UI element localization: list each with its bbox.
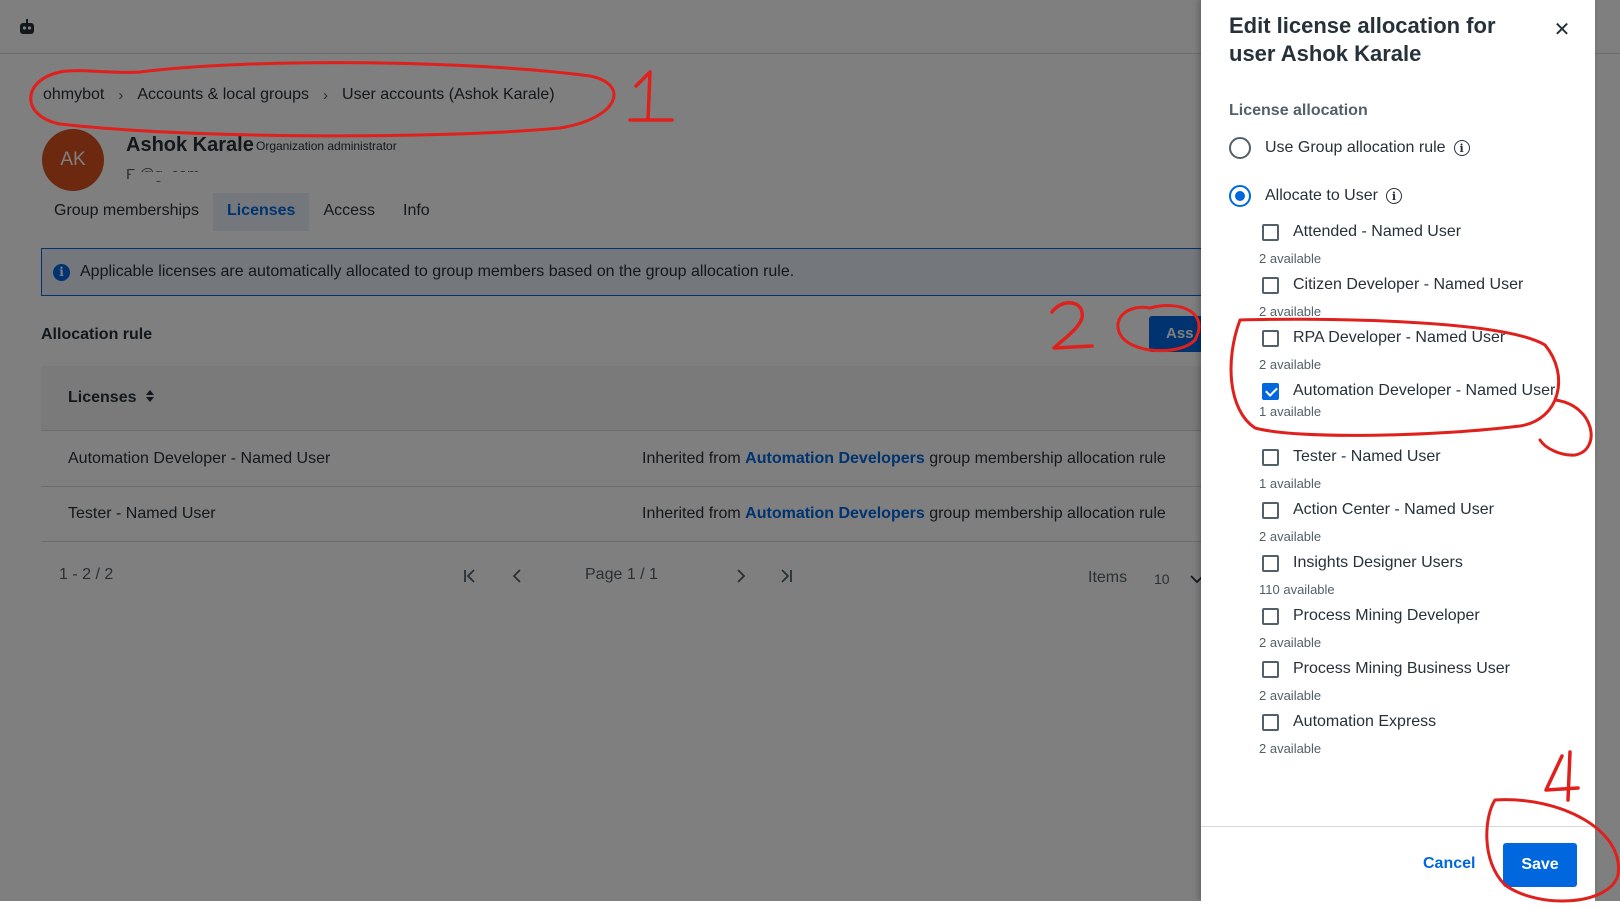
license-option[interactable]: Attended - Named User 2 available bbox=[1259, 221, 1559, 266]
license-availability: 2 available bbox=[1259, 529, 1322, 544]
license-option[interactable]: RPA Developer - Named User 2 available bbox=[1259, 327, 1559, 372]
license-checkbox[interactable] bbox=[1262, 555, 1279, 572]
license-checkbox-wrap bbox=[1259, 446, 1293, 466]
info-icon[interactable]: i bbox=[1385, 188, 1402, 204]
license-name: Insights Designer Users bbox=[1293, 554, 1463, 571]
license-checkbox[interactable] bbox=[1262, 449, 1279, 466]
license-checkbox[interactable] bbox=[1262, 714, 1279, 731]
license-name: RPA Developer - Named User bbox=[1293, 329, 1506, 346]
license-name: Action Center - Named User bbox=[1293, 501, 1494, 518]
license-checkbox[interactable] bbox=[1262, 330, 1279, 347]
license-option-row[interactable]: Process Mining Developer bbox=[1259, 605, 1559, 627]
license-checkbox-wrap bbox=[1249, 371, 1293, 411]
license-option-row[interactable]: Automation Developer - Named User bbox=[1249, 371, 1559, 411]
panel-title: Edit license allocation for user Ashok K… bbox=[1229, 13, 1496, 66]
radio-group-rule[interactable]: Use Group allocation rule i bbox=[1229, 137, 1470, 159]
license-checkbox[interactable] bbox=[1262, 224, 1279, 241]
license-checkbox-wrap bbox=[1259, 711, 1293, 731]
license-option-row[interactable]: Tester - Named User bbox=[1259, 446, 1559, 468]
license-checkbox-wrap bbox=[1259, 658, 1293, 678]
license-option-row[interactable]: Automation Express bbox=[1259, 711, 1559, 733]
radio-label: Allocate to User bbox=[1265, 187, 1378, 204]
license-checkbox[interactable] bbox=[1262, 383, 1279, 400]
license-checkbox-wrap bbox=[1259, 274, 1293, 294]
license-option-row[interactable]: Citizen Developer - Named User bbox=[1259, 274, 1559, 296]
cancel-button[interactable]: Cancel bbox=[1423, 855, 1475, 873]
license-option[interactable]: Process Mining Developer 2 available bbox=[1259, 605, 1559, 650]
window-edge bbox=[0, 901, 1620, 909]
screen: ohmybot › Accounts & local groups › User… bbox=[0, 0, 1620, 909]
license-availability: 2 available bbox=[1259, 304, 1322, 319]
radio-button[interactable] bbox=[1229, 137, 1251, 159]
license-availability: 1 available bbox=[1259, 404, 1322, 419]
license-checkbox-wrap bbox=[1259, 552, 1293, 572]
edit-license-panel: Edit license allocation for user Ashok K… bbox=[1201, 0, 1595, 901]
license-name: Attended - Named User bbox=[1293, 223, 1462, 240]
license-checkbox-wrap bbox=[1259, 499, 1293, 519]
close-icon[interactable]: ✕ bbox=[1551, 19, 1573, 41]
license-option-row[interactable]: Process Mining Business User bbox=[1259, 658, 1559, 680]
license-option[interactable]: Citizen Developer - Named User 2 availabl… bbox=[1259, 274, 1559, 319]
license-name: Process Mining Business User bbox=[1293, 660, 1510, 677]
license-availability: 1 available bbox=[1259, 476, 1322, 491]
license-checkbox-wrap bbox=[1259, 327, 1293, 347]
license-option-row[interactable]: Attended - Named User bbox=[1259, 221, 1559, 243]
license-name: Tester - Named User bbox=[1293, 448, 1441, 465]
license-checkbox-wrap bbox=[1259, 221, 1293, 241]
license-option[interactable]: Process Mining Business User 2 available bbox=[1259, 658, 1559, 703]
radio-allocate-user[interactable]: Allocate to User i bbox=[1229, 185, 1402, 207]
license-option[interactable]: Insights Designer Users 110 available bbox=[1259, 552, 1559, 597]
license-name: Citizen Developer - Named User bbox=[1293, 276, 1524, 293]
radio-button[interactable] bbox=[1229, 185, 1251, 207]
license-option[interactable]: Automation Developer - Named User 1 avail… bbox=[1249, 371, 1559, 419]
license-checkbox[interactable] bbox=[1262, 608, 1279, 625]
panel-footer: Cancel Save bbox=[1201, 826, 1595, 901]
license-name: Automation Developer - Named User bbox=[1293, 382, 1556, 399]
info-icon[interactable]: i bbox=[1453, 140, 1470, 156]
license-option[interactable]: Automation Express 2 available bbox=[1259, 711, 1559, 756]
license-name: Process Mining Developer bbox=[1293, 607, 1480, 624]
license-checkbox[interactable] bbox=[1262, 661, 1279, 678]
license-option[interactable]: Tester - Named User 1 available bbox=[1259, 446, 1559, 491]
license-checkbox-wrap bbox=[1259, 605, 1293, 625]
license-allocation-heading: License allocation bbox=[1229, 102, 1368, 119]
license-availability: 2 available bbox=[1259, 357, 1322, 372]
license-option[interactable]: Action Center - Named User 2 available bbox=[1259, 499, 1559, 544]
radio-label: Use Group allocation rule bbox=[1265, 139, 1446, 156]
license-name: Automation Express bbox=[1293, 713, 1437, 730]
license-option-row[interactable]: Action Center - Named User bbox=[1259, 499, 1559, 521]
license-checkbox[interactable] bbox=[1262, 277, 1279, 294]
license-availability: 2 available bbox=[1259, 251, 1322, 266]
license-option-row[interactable]: Insights Designer Users bbox=[1259, 552, 1559, 574]
license-availability: 2 available bbox=[1259, 688, 1322, 703]
license-checkbox[interactable] bbox=[1262, 502, 1279, 519]
license-availability: 2 available bbox=[1259, 741, 1322, 756]
license-availability: 2 available bbox=[1259, 635, 1322, 650]
save-button[interactable]: Save bbox=[1503, 843, 1577, 887]
license-option-row[interactable]: RPA Developer - Named User bbox=[1259, 327, 1559, 349]
license-availability: 110 available bbox=[1259, 582, 1335, 597]
